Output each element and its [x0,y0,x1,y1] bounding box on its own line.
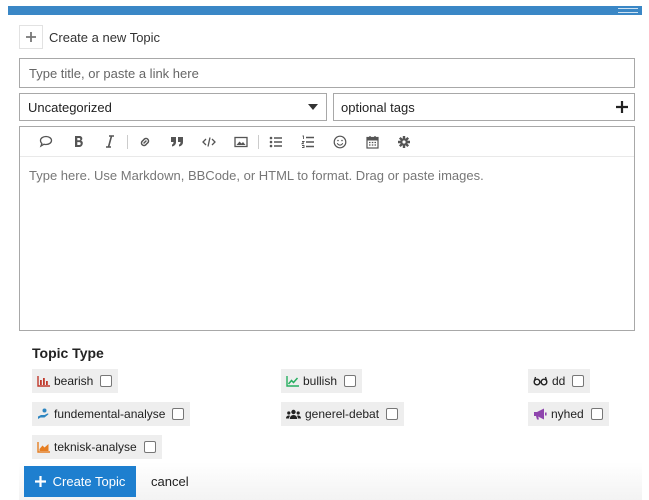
numbered-list-icon[interactable] [292,127,324,157]
topic-title-input[interactable] [19,58,635,88]
cancel-link[interactable]: cancel [151,474,189,489]
composer-action-title: Create a new Topic [49,29,161,45]
topic-type-heading: Topic Type [32,345,104,361]
gear-icon[interactable] [388,127,420,157]
topic-type-checkbox[interactable] [572,375,585,387]
topic-type-checkbox[interactable] [172,408,185,420]
bold-icon[interactable] [62,127,94,157]
link-icon[interactable] [129,127,161,157]
glasses-icon [533,376,548,386]
topic-type-label: generel-debat [305,407,380,421]
editor-toolbar [20,127,634,157]
topic-type-label: bearish [54,374,94,388]
plus-icon[interactable] [616,101,628,113]
topic-type-label: bullish [303,374,338,388]
image-icon[interactable] [225,127,257,157]
topic-type-option-generel-debat[interactable]: generel-debat [281,402,405,426]
topic-type-checkbox[interactable] [100,375,113,387]
topic-type-label: nyhed [551,407,584,421]
plus-icon [34,476,46,487]
category-select[interactable]: Uncategorized [19,93,327,121]
category-selected-value: Uncategorized [28,99,112,115]
topic-type-option-teknisk-analyse[interactable]: teknisk-analyse [32,435,162,459]
create-topic-button[interactable]: Create Topic [24,466,136,497]
create-topic-label: Create Topic [52,474,126,489]
code-icon[interactable] [193,127,225,157]
emoji-icon[interactable] [324,127,356,157]
caret-down-icon [308,104,318,110]
topic-type-option-fundemental-analyse[interactable]: fundemental-analyse [32,402,191,426]
bar-chart-icon [37,375,50,387]
editor [19,126,635,331]
area-chart-icon [37,441,50,453]
italic-icon[interactable] [94,127,126,157]
topic-type-checkbox[interactable] [386,408,399,420]
toolbar-divider [258,134,259,149]
hand-icon [37,408,50,420]
topic-type-checkbox[interactable] [344,375,357,387]
topic-type-label: fundemental-analyse [54,407,166,421]
quote-icon[interactable] [30,127,62,157]
grip-icon[interactable] [618,8,638,13]
line-chart-icon [286,375,299,387]
composer-header: Create a new Topic [19,25,160,49]
composer-resize-bar[interactable] [8,6,642,15]
blockquote-icon[interactable] [161,127,193,157]
topic-type-checkbox[interactable] [143,441,156,453]
calendar-icon[interactable] [356,127,388,157]
tags-placeholder: optional tags [341,99,415,115]
toolbar-divider [127,134,128,149]
post-body-textarea[interactable] [20,158,634,330]
topic-type-option-bullish[interactable]: bullish [281,369,363,393]
bullet-list-icon[interactable] [260,127,292,157]
users-icon [286,409,301,420]
topic-type-option-nyhed[interactable]: nyhed [528,402,609,426]
topic-type-option-bearish[interactable]: bearish [32,369,119,393]
topic-type-option-dd[interactable]: dd [528,369,591,393]
plus-icon [19,25,43,49]
topic-type-label: dd [552,374,566,388]
topic-type-label: teknisk-analyse [54,440,137,454]
topic-type-checkbox[interactable] [590,408,603,420]
tags-input[interactable]: optional tags [333,93,635,121]
megaphone-icon [533,408,547,420]
